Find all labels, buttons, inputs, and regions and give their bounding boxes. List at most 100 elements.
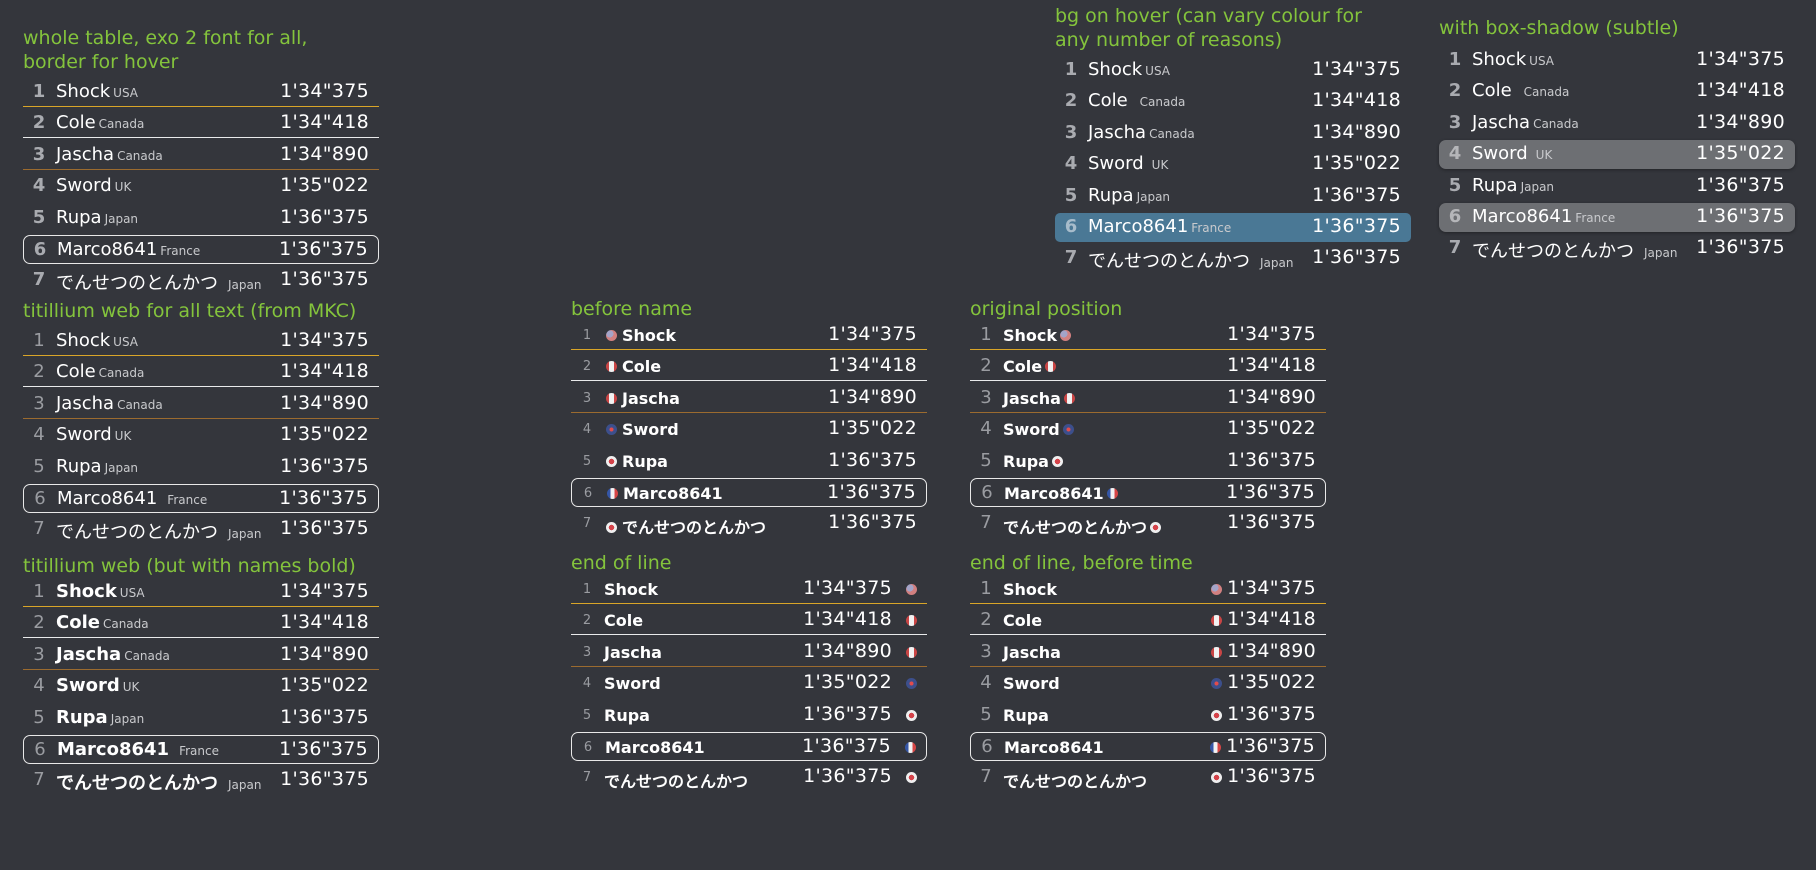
table-row[interactable]: 5 Rupa Japan 1'36"375 — [1439, 172, 1795, 201]
table-row[interactable]: 3 Jascha Canada 1'34"890 — [23, 141, 379, 170]
table-row[interactable]: 5 Rupa Japan 1'36"375 — [1055, 182, 1411, 211]
player-name: Marco8641 — [605, 738, 705, 757]
table-row-hovered[interactable]: 6 Marco8641 1'36"375 — [970, 731, 1326, 761]
table-row[interactable]: 3 Jascha 1'34"890 — [571, 638, 927, 667]
player-name: Marco8641 France — [57, 488, 207, 509]
table-row[interactable]: 7 でんせつのとんかつ Japan 1'36"375 — [1439, 234, 1795, 263]
country: UK — [1151, 158, 1169, 173]
country: Japan — [1260, 256, 1294, 271]
table-row[interactable]: 2 Cole 1'34"418 — [970, 352, 1326, 382]
table-row-hovered[interactable]: 6 Marco8641 1'36"375 — [571, 477, 927, 507]
table-row-hovered[interactable]: 6 Marco8641 France 1'36"375 — [1055, 212, 1411, 242]
name-text: Jascha — [1003, 642, 1061, 662]
table-row-hovered[interactable]: 6 Marco8641 1'36"375 — [970, 477, 1326, 507]
table-row[interactable]: 7 でんせつのとんかつ 1'36"375 — [571, 509, 927, 538]
player-name: Jascha Canada — [56, 393, 163, 414]
table-row[interactable]: 4 Sword 1'35"022 — [970, 669, 1326, 698]
name-text: Rupa — [56, 455, 102, 477]
table-row[interactable]: 1 Shock 1'34"375 — [970, 321, 1326, 350]
table-row[interactable]: 1 Shock USA 1'34"375 — [23, 578, 379, 607]
table-row[interactable]: 1 Shock 1'34"375 — [970, 575, 1326, 604]
table-row[interactable]: 4 Sword 1'35"022 — [571, 669, 927, 698]
lap-time: 1'34"375 — [280, 329, 369, 351]
table-row[interactable]: 4 Sword UK 1'35"022 — [23, 172, 379, 201]
name-text: Sword — [56, 175, 112, 197]
table-row[interactable]: 4 Sword UK 1'35"022 — [1055, 150, 1411, 179]
name-text: Marco8641 — [605, 737, 705, 757]
table-row[interactable]: 7 でんせつのとんかつ Japan 1'36"375 — [23, 515, 379, 544]
lap-time: 1'36"375 — [1312, 246, 1401, 269]
player-name: Rupa — [603, 452, 668, 471]
table-row[interactable]: 2 Cole Canada 1'34"418 — [23, 109, 379, 139]
table-row[interactable]: 3 Jascha Canada 1'34"890 — [1055, 119, 1411, 148]
table-row-hovered[interactable]: 6 Marco8641 France 1'36"375 — [1439, 202, 1795, 232]
table-row[interactable]: 4 Sword 1'35"022 — [970, 415, 1326, 444]
name-text: でんせつのとんかつ — [56, 273, 218, 295]
name-text: Rupa — [622, 451, 668, 471]
player-name: Jascha — [604, 643, 662, 662]
table-row[interactable]: 3 Jascha 1'34"890 — [970, 384, 1326, 413]
table-row[interactable]: 1 Shock 1'34"375 — [571, 321, 927, 350]
lap-time: 1'35"022 — [1696, 142, 1785, 165]
name-text: Rupa — [1472, 174, 1518, 196]
table-row[interactable]: 5 Rupa 1'36"375 — [970, 701, 1326, 730]
table-row[interactable]: 7 でんせつのとんかつ Japan 1'36"375 — [23, 766, 379, 795]
table-row[interactable]: 2 Cole Canada 1'34"418 — [1055, 87, 1411, 116]
country: Japan — [1520, 179, 1555, 194]
table-row[interactable]: 7 でんせつのとんかつ Japan 1'36"375 — [23, 266, 379, 295]
player-name: Cole — [604, 611, 643, 630]
table-row[interactable]: 5 Rupa 1'36"375 — [970, 447, 1326, 476]
table-row[interactable]: 4 Sword UK 1'35"022 — [23, 421, 379, 450]
lap-time: 1'34"890 — [280, 142, 369, 165]
table-row[interactable]: 7 でんせつのとんかつ 1'36"375 — [571, 763, 927, 792]
table-row[interactable]: 5 Rupa 1'36"375 — [571, 447, 927, 476]
table-row[interactable]: 5 Rupa Japan 1'36"375 — [23, 204, 379, 233]
table-row[interactable]: 1 Shock USA 1'34"375 — [23, 78, 379, 107]
rank: 1 — [33, 581, 45, 602]
table-row[interactable]: 2 Cole 1'34"418 — [970, 606, 1326, 636]
table-row-hovered[interactable]: 6 Marco8641 France 1'36"375 — [23, 483, 379, 513]
table-row[interactable]: 3 Jascha Canada 1'34"890 — [1439, 109, 1795, 138]
table-row[interactable]: 1 Shock 1'34"375 — [571, 575, 927, 604]
us-flag-icon — [906, 584, 917, 595]
table-row-hovered[interactable]: 6 Marco8641 France 1'36"375 — [23, 234, 379, 264]
table-row[interactable]: 5 Rupa Japan 1'36"375 — [23, 704, 379, 733]
name-text: Shock — [622, 326, 677, 345]
table-row[interactable]: 7 でんせつのとんかつ Japan 1'36"375 — [1055, 244, 1411, 273]
table-row[interactable]: 4 Sword 1'35"022 — [571, 415, 927, 444]
player-name: Rupa — [1003, 452, 1068, 471]
table-row[interactable]: 2 Cole Canada 1'34"418 — [23, 609, 379, 639]
name-text: Marco8641 — [1088, 215, 1189, 237]
table-row[interactable]: 1 Shock USA 1'34"375 — [23, 327, 379, 356]
table-row[interactable]: 1 Shock USA 1'34"375 — [1439, 46, 1795, 75]
rank: 3 — [1448, 111, 1462, 133]
lap-time: 1'36"375 — [828, 511, 917, 534]
table-row[interactable]: 4 Sword UK 1'35"022 — [23, 672, 379, 701]
rank: 5 — [1448, 174, 1462, 196]
table-row-hovered[interactable]: 4 Sword UK 1'35"022 — [1439, 140, 1795, 170]
table-row[interactable]: 2 Cole Canada 1'34"418 — [1439, 77, 1795, 106]
rank: 5 — [582, 453, 592, 469]
table-row[interactable]: 3 Jascha Canada 1'34"890 — [23, 390, 379, 419]
table-row[interactable]: 2 Cole 1'34"418 — [571, 606, 927, 636]
player-name: Shock USA — [56, 581, 145, 602]
table-row-hovered[interactable]: 6 Marco8641 France 1'36"375 — [23, 734, 379, 764]
name-text: Cole — [1088, 90, 1128, 112]
table-row[interactable]: 5 Rupa Japan 1'36"375 — [23, 453, 379, 482]
table-row[interactable]: 3 Jascha 1'34"890 — [970, 638, 1326, 667]
rank: 7 — [1448, 237, 1462, 259]
canada-flag-icon — [1211, 615, 1222, 627]
table-row[interactable]: 3 Jascha 1'34"890 — [571, 384, 927, 413]
table-row[interactable]: 1 Shock USA 1'34"375 — [1055, 56, 1411, 85]
name-text: Sword — [604, 674, 661, 694]
rank: 3 — [980, 386, 992, 408]
table-row[interactable]: 2 Cole 1'34"418 — [571, 352, 927, 382]
table-row-hovered[interactable]: 6 Marco8641 1'36"375 — [571, 731, 927, 761]
table-row[interactable]: 3 Jascha Canada 1'34"890 — [23, 641, 379, 670]
rank: 4 — [1448, 143, 1462, 165]
table-row[interactable]: 7 でんせつのとんかつ 1'36"375 — [970, 509, 1326, 538]
table-row[interactable]: 5 Rupa 1'36"375 — [571, 701, 927, 730]
name-text: Marco8641 — [57, 238, 158, 260]
table-row[interactable]: 2 Cole Canada 1'34"418 — [23, 358, 379, 388]
table-row[interactable]: 7 でんせつのとんかつ 1'36"375 — [970, 763, 1326, 792]
